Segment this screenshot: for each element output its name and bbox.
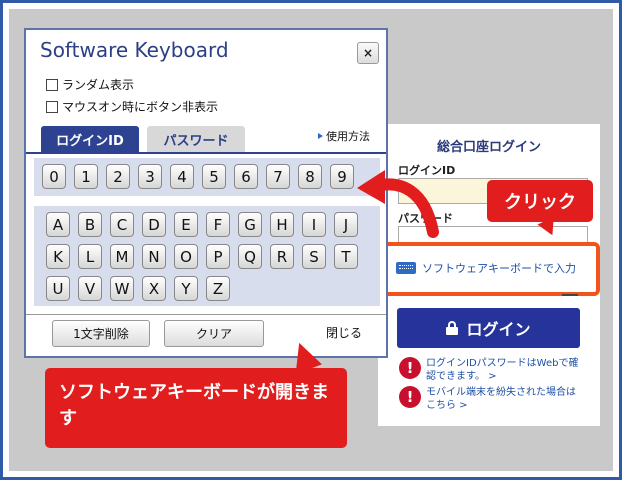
software-keyboard-link-label: ソフトウェアキーボードで入力 [422, 262, 576, 275]
divider [26, 314, 386, 315]
key-i[interactable]: I [302, 212, 326, 237]
key-o[interactable]: O [174, 244, 198, 269]
lock-icon [446, 321, 459, 335]
number-keys-area: 0 1 2 3 4 5 6 7 8 9 [34, 158, 380, 196]
key-8[interactable]: 8 [298, 164, 322, 189]
random-display-option[interactable]: ランダム表示 [46, 76, 134, 93]
login-button-label: ログイン [466, 320, 531, 339]
key-b[interactable]: B [78, 212, 102, 237]
key-4[interactable]: 4 [170, 164, 194, 189]
keyboard-icon [396, 262, 416, 274]
key-h[interactable]: H [270, 212, 294, 237]
checkbox[interactable] [46, 78, 58, 91]
key-2[interactable]: 2 [106, 164, 130, 189]
option-label: マウスオン時にボタン非表示 [62, 100, 219, 114]
click-callout: クリック [487, 180, 593, 222]
key-k[interactable]: K [46, 244, 70, 269]
notice-text[interactable]: ログインIDパスワードはWebで確認できます。 > [426, 357, 581, 383]
help-link[interactable]: 使用方法 [318, 128, 370, 144]
key-s[interactable]: S [302, 244, 326, 269]
key-n[interactable]: N [142, 244, 166, 269]
key-r[interactable]: R [270, 244, 294, 269]
key-f[interactable]: F [206, 212, 230, 237]
key-7[interactable]: 7 [266, 164, 290, 189]
key-t[interactable]: T [334, 244, 358, 269]
key-u[interactable]: U [46, 276, 70, 301]
tab-login-id[interactable]: ログインID [41, 126, 139, 152]
software-keyboard-highlight: ソフトウェアキーボードで入力 [376, 242, 600, 296]
key-c[interactable]: C [110, 212, 134, 237]
hide-on-mouseover-option[interactable]: マウスオン時にボタン非表示 [46, 98, 218, 115]
triangle-right-icon [318, 133, 323, 139]
notice-text[interactable]: モバイル端末を紛失された場合はこちら > [426, 386, 581, 412]
key-q[interactable]: Q [238, 244, 262, 269]
curved-arrow-icon [357, 170, 439, 238]
help-link-label: 使用方法 [326, 130, 370, 143]
warning-icon: ! [399, 386, 421, 408]
software-keyboard-link[interactable]: ソフトウェアキーボードで入力 [396, 260, 576, 276]
key-v[interactable]: V [78, 276, 102, 301]
key-g[interactable]: G [238, 212, 262, 237]
key-1[interactable]: 1 [74, 164, 98, 189]
software-keyboard-panel: Software Keyboard × ランダム表示 マウスオン時にボタン非表示… [24, 28, 388, 358]
key-y[interactable]: Y [174, 276, 198, 301]
alpha-keys-area: A B C D E F G H I J K L M N O P Q R S T … [34, 206, 380, 306]
clear-button[interactable]: クリア [164, 320, 264, 347]
keyboard-title: Software Keyboard [40, 38, 229, 62]
delete-char-button[interactable]: 1文字削除 [52, 320, 150, 347]
key-l[interactable]: L [78, 244, 102, 269]
opens-callout: ソフトウェアキーボードが開きます [45, 368, 347, 448]
notice-lost-device[interactable]: ! モバイル端末を紛失された場合はこちら > [399, 386, 581, 412]
key-e[interactable]: E [174, 212, 198, 237]
key-x[interactable]: X [142, 276, 166, 301]
notice-forgot-id[interactable]: ! ログインIDパスワードはWebで確認できます。 > [399, 357, 581, 383]
key-6[interactable]: 6 [234, 164, 258, 189]
tab-password[interactable]: パスワード [147, 126, 245, 152]
key-z[interactable]: Z [206, 276, 230, 301]
close-link[interactable]: 閉じる [326, 324, 362, 341]
login-title: 総合口座ログイン [436, 140, 541, 155]
tab-underline [26, 152, 386, 154]
divider [562, 294, 578, 296]
key-p[interactable]: P [206, 244, 230, 269]
key-5[interactable]: 5 [202, 164, 226, 189]
option-label: ランダム表示 [62, 78, 135, 92]
login-button[interactable]: ログイン [397, 308, 580, 348]
key-m[interactable]: M [110, 244, 134, 269]
key-d[interactable]: D [142, 212, 166, 237]
checkbox[interactable] [46, 100, 58, 113]
key-0[interactable]: 0 [42, 164, 66, 189]
key-9[interactable]: 9 [330, 164, 354, 189]
warning-icon: ! [399, 357, 421, 379]
close-icon[interactable]: × [357, 42, 379, 64]
key-a[interactable]: A [46, 212, 70, 237]
key-3[interactable]: 3 [138, 164, 162, 189]
key-w[interactable]: W [110, 276, 134, 301]
